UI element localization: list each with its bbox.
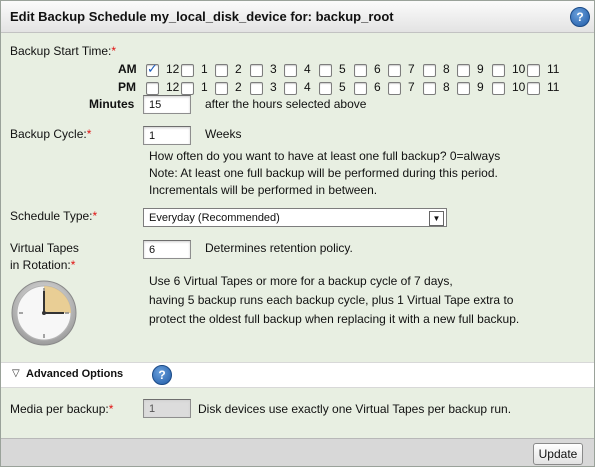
am-hour-checkbox[interactable] — [423, 64, 436, 77]
tapes-note-1: Use 6 Virtual Tapes or more for a backup… — [149, 274, 453, 288]
am-hour-checkbox[interactable] — [284, 64, 297, 77]
pm-hour-checkbox[interactable] — [388, 82, 401, 95]
am-hour-label: 2 — [235, 62, 242, 76]
pm-hour-checkbox[interactable] — [250, 82, 263, 95]
am-hour-label: 9 — [477, 62, 484, 76]
am-label: AM — [118, 62, 137, 76]
triangle-down-icon[interactable]: ▽ — [12, 368, 20, 379]
schedule-type-label: Schedule Type:* — [10, 209, 98, 223]
am-hour-label: 7 — [408, 62, 415, 76]
cycle-unit: Weeks — [205, 127, 242, 141]
media-input[interactable]: 1 — [143, 399, 191, 418]
tapes-note-2: having 5 backup runs each backup cycle, … — [149, 293, 514, 307]
am-hour-checkbox[interactable] — [354, 64, 367, 77]
am-hour-checkbox[interactable] — [492, 64, 505, 77]
am-hour-label: 3 — [270, 62, 277, 76]
tapes-hint: Determines retention policy. — [205, 241, 353, 255]
media-hint: Disk devices use exactly one Virtual Tap… — [198, 402, 512, 416]
am-hour-checkbox[interactable] — [319, 64, 332, 77]
pm-hour-checkbox[interactable] — [284, 82, 297, 95]
pm-hour-checkbox[interactable] — [457, 82, 470, 95]
edit-backup-schedule-panel: Edit Backup Schedule my_local_disk_devic… — [0, 0, 595, 467]
am-hour-checkbox[interactable] — [250, 64, 263, 77]
pm-hour-label: 3 — [270, 80, 277, 94]
am-hour-checkbox[interactable] — [215, 64, 228, 77]
am-hour-checkbox[interactable] — [388, 64, 401, 77]
am-hour-checkbox[interactable] — [146, 61, 159, 77]
pm-hour-checkbox[interactable] — [215, 82, 228, 95]
pm-label: PM — [118, 80, 136, 94]
clock-icon — [11, 280, 77, 346]
minutes-label: Minutes — [89, 97, 135, 111]
cycle-help-3: Incrementals will be performed in betwee… — [149, 183, 378, 197]
page-title: Edit Backup Schedule my_local_disk_devic… — [10, 9, 394, 24]
chevron-down-icon: ▼ — [429, 211, 444, 226]
schedule-type-select[interactable]: Everyday (Recommended) ▼ — [143, 208, 447, 227]
pm-hour-label: 4 — [304, 80, 311, 94]
tapes-note-3: protect the oldest full backup when repl… — [149, 312, 520, 326]
pm-hour-label: 7 — [408, 80, 415, 94]
cycle-input[interactable]: 1 — [143, 126, 191, 145]
am-hour-label: 8 — [443, 62, 450, 76]
pm-hour-checkbox[interactable] — [354, 82, 367, 95]
pm-hour-label: 2 — [235, 80, 242, 94]
am-hour-label: 11 — [547, 62, 560, 76]
pm-hour-label: 8 — [443, 80, 450, 94]
advanced-options-toggle[interactable]: Advanced Options — [26, 368, 123, 380]
pm-hour-label: 10 — [512, 80, 526, 94]
pm-hour-checkbox[interactable] — [423, 82, 436, 95]
am-hour-label: 1 — [201, 62, 208, 76]
minutes-input[interactable]: 15 — [143, 95, 191, 114]
schedule-type-value: Everyday (Recommended) — [149, 212, 280, 224]
pm-hour-label: 6 — [374, 80, 381, 94]
help-icon[interactable]: ? — [152, 365, 172, 385]
start-time-label: Backup Start Time:* — [10, 44, 117, 58]
footer-bar: Update — [1, 438, 594, 466]
pm-hour-checkbox[interactable] — [527, 82, 540, 95]
am-hour-label: 10 — [512, 62, 526, 76]
tapes-label-1: Virtual Tapes — [10, 241, 79, 255]
am-hour-checkbox[interactable] — [527, 64, 540, 77]
am-hour-label: 5 — [339, 62, 346, 76]
pm-hour-label: 1 — [201, 80, 208, 94]
update-button[interactable]: Update — [533, 443, 583, 465]
tapes-label-2: in Rotation:* — [10, 258, 76, 272]
pm-hour-label: 11 — [547, 80, 560, 94]
pm-hour-checkbox[interactable] — [492, 82, 505, 95]
cycle-help-2: Note: At least one full backup will be p… — [149, 166, 498, 180]
pm-hour-label: 5 — [339, 80, 346, 94]
minutes-hint: after the hours selected above — [205, 97, 367, 111]
pm-hour-label: 12 — [166, 80, 180, 94]
cycle-label: Backup Cycle:* — [10, 127, 92, 141]
pm-hour-checkbox[interactable] — [146, 82, 159, 95]
pm-hour-checkbox[interactable] — [319, 82, 332, 95]
title-bar: Edit Backup Schedule my_local_disk_devic… — [1, 1, 594, 33]
advanced-options-bar: ▽ Advanced Options ? — [1, 362, 594, 388]
am-hour-label: 12 — [166, 62, 180, 76]
help-icon[interactable]: ? — [570, 7, 590, 27]
pm-hour-label: 9 — [477, 80, 484, 94]
media-label: Media per backup:* — [10, 402, 114, 416]
cycle-help-1: How often do you want to have at least o… — [149, 149, 501, 163]
am-hour-checkbox[interactable] — [457, 64, 470, 77]
am-hour-label: 4 — [304, 62, 311, 76]
pm-hour-checkbox[interactable] — [181, 82, 194, 95]
tapes-input[interactable]: 6 — [143, 240, 191, 259]
am-hour-checkbox[interactable] — [181, 64, 194, 77]
am-hour-label: 6 — [374, 62, 381, 76]
